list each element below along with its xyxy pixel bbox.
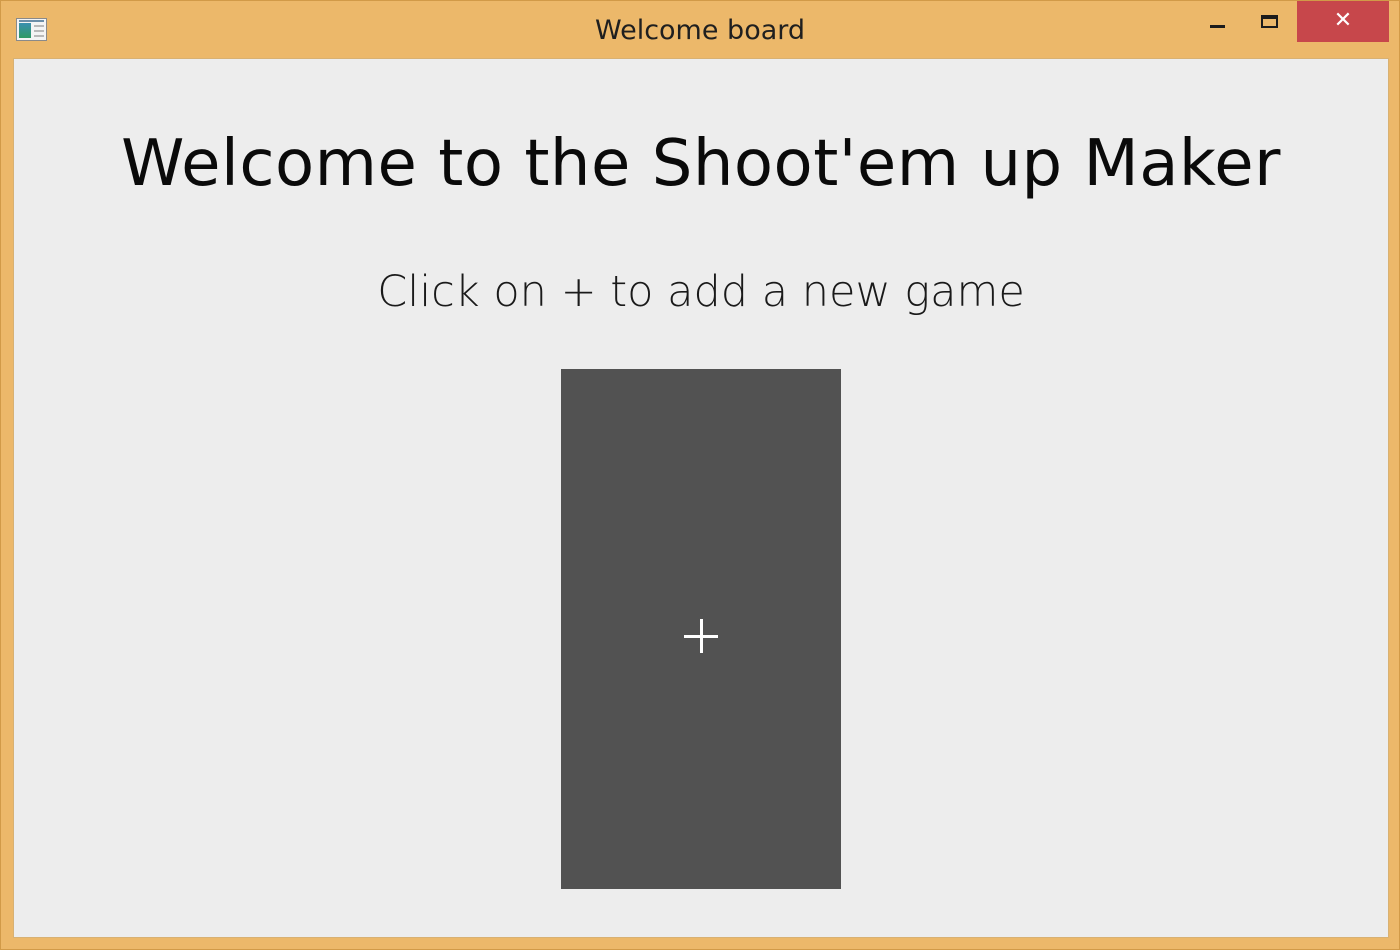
close-button[interactable]: ✕ (1297, 1, 1389, 42)
plus-icon (684, 619, 718, 653)
minimize-button[interactable] (1191, 1, 1243, 42)
maximize-icon (1261, 15, 1278, 28)
instruction-text: Click on + to add a new game (377, 267, 1025, 317)
page-title: Welcome to the Shoot'em up Maker (121, 127, 1281, 201)
minimize-icon (1210, 25, 1225, 28)
add-game-button[interactable] (561, 369, 841, 889)
window-title: Welcome board (594, 15, 806, 46)
maximize-button[interactable] (1243, 1, 1295, 42)
welcome-board-content: Welcome to the Shoot'em up Maker Click o… (13, 58, 1389, 938)
title-bar[interactable]: Welcome board ✕ (1, 1, 1399, 58)
plus-icon-vertical-stroke (700, 619, 703, 653)
application-window: Welcome board ✕ Welcome to the Shoot'em … (0, 0, 1400, 950)
close-icon: ✕ (1333, 8, 1353, 33)
